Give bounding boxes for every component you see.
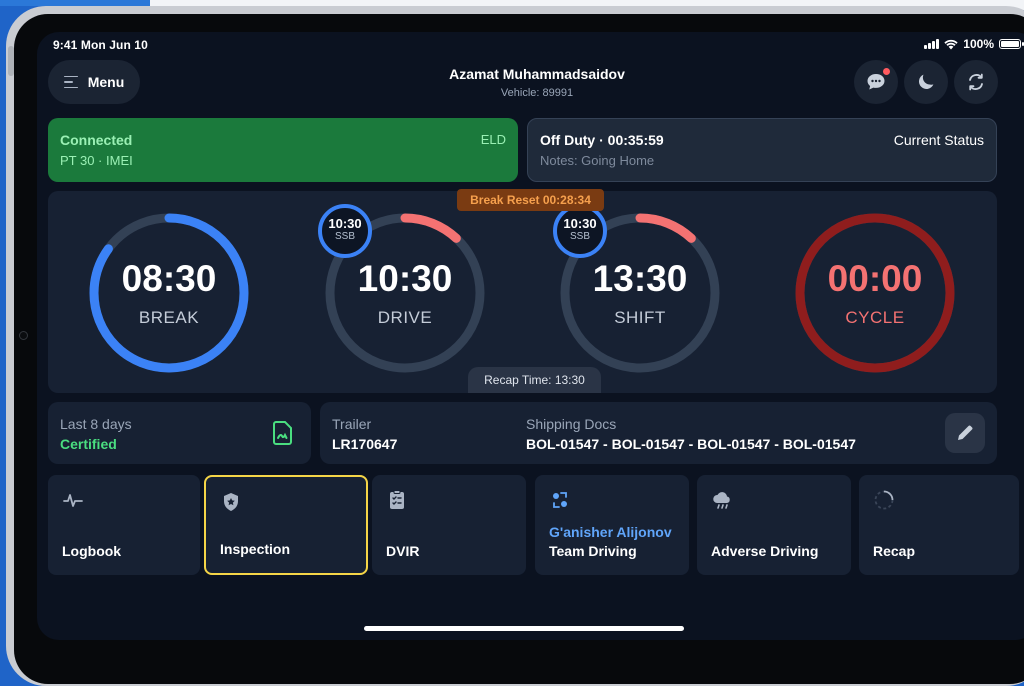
pulse-icon [63, 494, 83, 507]
night-mode-button[interactable] [904, 60, 948, 104]
break-gauge[interactable]: 08:30 BREAK [84, 208, 254, 378]
front-camera [19, 331, 28, 340]
duty-status-card[interactable]: Off Duty · 00:35:59 Notes: Going Home Cu… [527, 118, 997, 182]
adverse-driving-tile[interactable]: Adverse Driving [697, 475, 851, 575]
progress-circle-icon [874, 490, 894, 510]
battery-percent: 100% [963, 37, 994, 51]
duty-status: Off Duty · 00:35:59 [540, 132, 664, 148]
wifi-icon [944, 39, 958, 49]
team-driving-tile[interactable]: G'anisher Alijonov Team Driving [535, 475, 689, 575]
trip-info-card: Trailer LR170647 Shipping Docs BOL-01547… [320, 402, 997, 464]
notification-dot [883, 68, 890, 75]
hamburger-icon [63, 75, 78, 89]
recap-tile[interactable]: Recap [859, 475, 1019, 575]
certification-status: Certified [60, 436, 117, 452]
drive-ssb-label: SSB [334, 231, 355, 242]
drive-label: DRIVE [377, 308, 433, 327]
adverse-driving-label: Adverse Driving [711, 543, 819, 559]
cycle-time: 00:00 [827, 258, 923, 299]
clipboard-icon [390, 490, 404, 509]
recap-label: Recap [873, 543, 916, 559]
battery-icon [999, 39, 1024, 49]
break-reset-banner: Break Reset 00:28:34 [457, 189, 604, 211]
vehicle-number: Vehicle: 89991 [500, 87, 574, 99]
home-indicator[interactable] [364, 626, 684, 631]
certification-title: Last 8 days [60, 416, 132, 432]
hos-timers-panel: 08:30 BREAK 10:30 DRIVE 10:30 SSB 13:30 … [48, 189, 997, 393]
sync-icon [969, 73, 983, 91]
driver-header: Azamat Muhammadsaidov Vehicle: 89991 [387, 66, 687, 99]
recap-time-pill[interactable]: Recap Time: 13:30 [468, 367, 601, 393]
eld-connection-card[interactable]: Connected PT 30 · IMEI ELD [48, 118, 518, 182]
app-screen: 9:41 Mon Jun 10 100% Menu Azamat Muhamma… [37, 32, 1024, 640]
status-bar-time: 9:41 Mon Jun 10 [53, 38, 148, 52]
duty-notes: Notes: Going Home [540, 153, 655, 168]
eld-device: PT 30 · IMEI [60, 153, 133, 168]
team-swap-icon [553, 492, 567, 508]
inspection-tile[interactable]: Inspection [204, 475, 368, 575]
edit-trip-button[interactable] [945, 413, 985, 453]
signal-icon [924, 39, 940, 49]
eld-state: Connected [60, 132, 133, 148]
shift-ssb-label: SSB [569, 231, 590, 242]
driver-name: Azamat Muhammadsaidov [449, 66, 625, 82]
signed-document-icon [273, 421, 292, 445]
shield-icon [224, 493, 238, 511]
team-driver-name: G'anisher Alijonov [549, 524, 672, 540]
break-time: 08:30 [121, 258, 217, 299]
sync-button[interactable] [954, 60, 998, 104]
pencil-icon [958, 425, 973, 440]
chat-bubble-icon [867, 74, 885, 90]
status-bar-indicators: 100% [924, 37, 1024, 51]
shift-label: SHIFT [614, 308, 666, 327]
drive-ssb-time: 10:30 [328, 216, 362, 231]
drive-ssb-badge: 10:30 SSB [318, 204, 372, 258]
shift-ssb-badge: 10:30 SSB [553, 204, 607, 258]
certification-card[interactable]: Last 8 days Certified [48, 402, 311, 464]
messages-button[interactable] [854, 60, 898, 104]
trailer-value: LR170647 [332, 436, 398, 452]
shipping-docs-value: BOL-01547 - BOL-01547 - BOL-01547 - BOL-… [526, 436, 856, 452]
logbook-label: Logbook [62, 543, 122, 559]
inspection-label: Inspection [220, 541, 291, 557]
shipping-docs-label: Shipping Docs [526, 416, 617, 432]
eld-type: ELD [480, 132, 506, 147]
dvir-tile[interactable]: DVIR [372, 475, 526, 575]
cycle-label: CYCLE [845, 308, 905, 327]
trailer-label: Trailer [332, 416, 372, 432]
menu-label: Menu [87, 74, 125, 90]
menu-button[interactable]: Menu [48, 60, 140, 104]
drive-time: 10:30 [357, 258, 453, 299]
logbook-tile[interactable]: Logbook [48, 475, 200, 575]
current-status-caption: Current Status [893, 132, 984, 148]
break-label: BREAK [138, 308, 200, 327]
storm-cloud-icon [713, 492, 730, 509]
cycle-gauge[interactable]: 00:00 CYCLE [790, 208, 960, 378]
team-driving-label: Team Driving [549, 543, 637, 559]
moon-icon [918, 74, 934, 89]
shift-ssb-time: 10:30 [563, 216, 597, 231]
shift-time: 13:30 [592, 258, 688, 299]
dvir-label: DVIR [386, 543, 420, 559]
